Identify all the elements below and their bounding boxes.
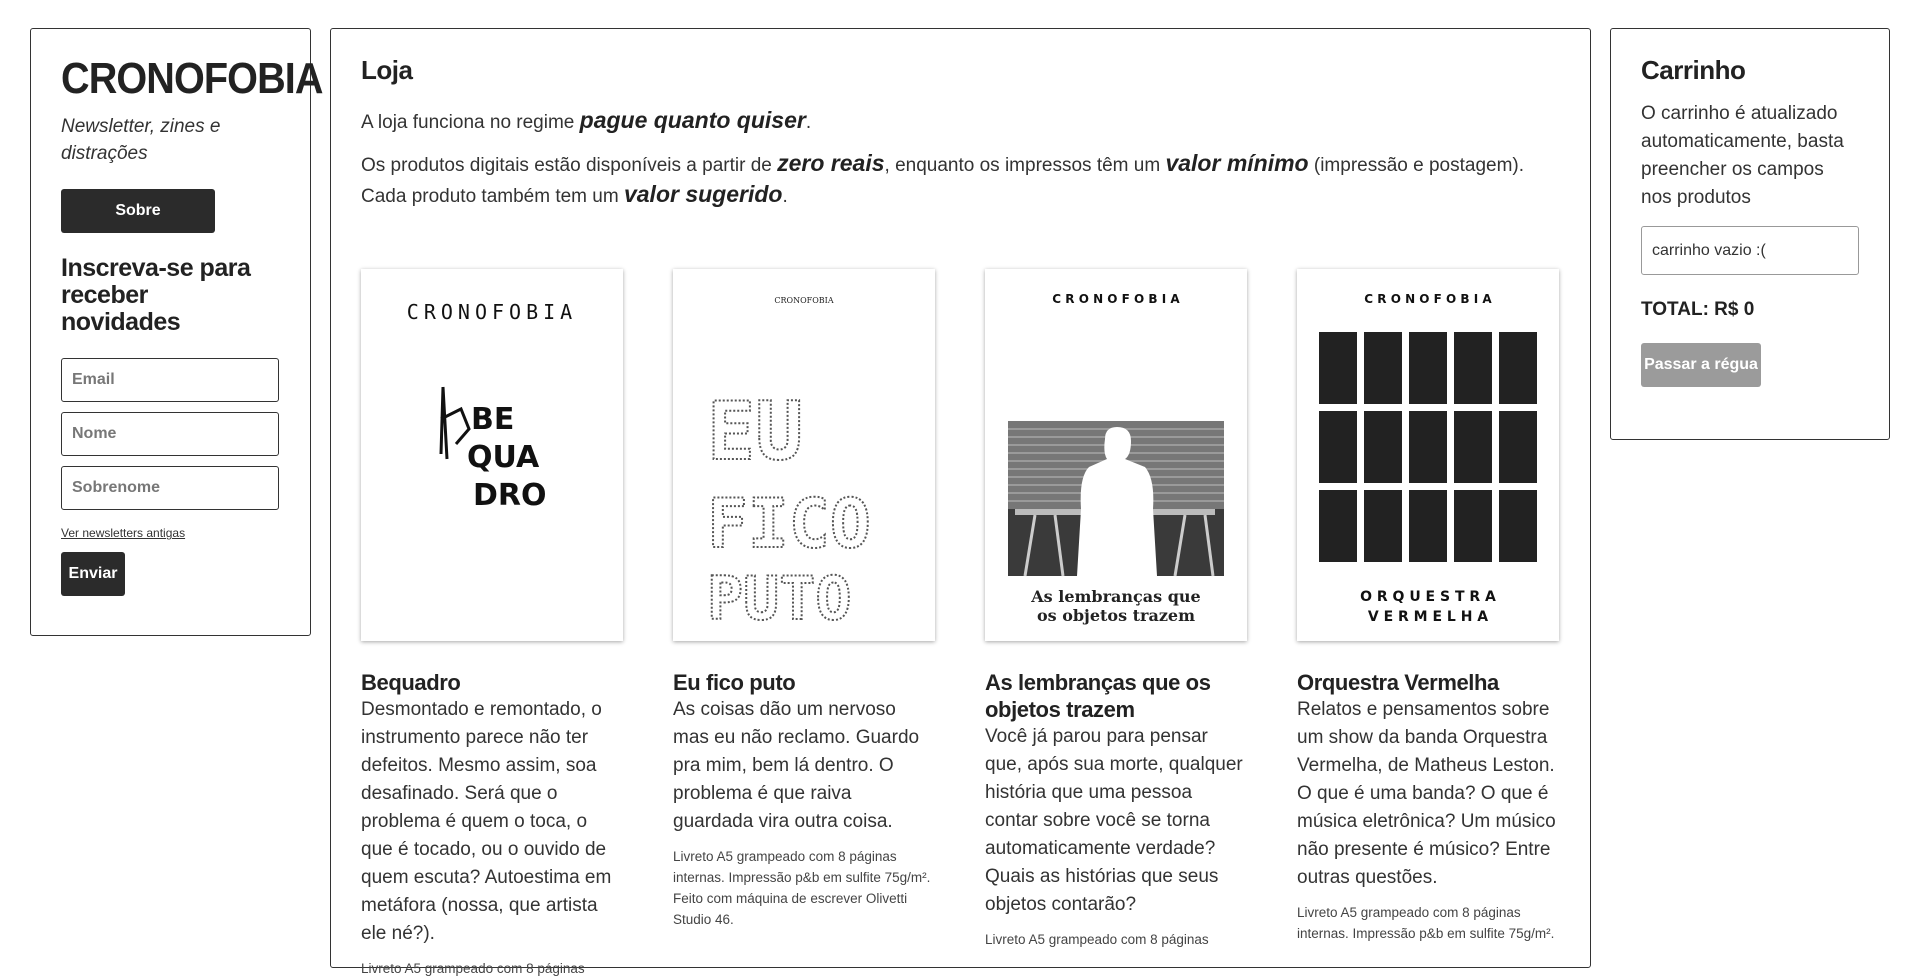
cover-art-bequadro: CRONOFOBIA BE QUA DRO [407, 300, 577, 513]
cover-word: PUTO [707, 564, 852, 634]
product-spec: Livreto A5 grampeado com 8 páginas inter… [673, 849, 931, 927]
cover-grid-block [1364, 332, 1402, 404]
cart-total: TOTAL: R$ 0 [1641, 299, 1755, 320]
product-description: As coisas dão um nervoso mas eu não recl… [673, 699, 920, 832]
cover-word: BE [471, 402, 514, 437]
cover-word: O R Q U E S T R A [1360, 589, 1496, 605]
cover-word: EU [707, 385, 803, 478]
shop-title: Loja [361, 55, 413, 85]
product-title[interactable]: As lembranças que os objetos trazem [985, 669, 1247, 723]
cover-word: QUA [467, 440, 540, 475]
product-spec: Livreto A5 grampeado com 8 páginas inter… [1297, 905, 1555, 941]
subscribe-form: Email Nome Sobrenome [61, 358, 280, 511]
send-button[interactable]: Enviar [61, 552, 125, 597]
cover-grid-block [1499, 411, 1537, 483]
cover-art-eu-fico-puto: CRONOFOBIA EU FICO PUTO [706, 296, 872, 635]
shop-panel: Loja A loja funciona no regime pague qua… [330, 28, 1591, 976]
subscribe-heading: Inscreva-se para receber novidades [61, 254, 251, 337]
cover-brand: CRONOFOBIA [774, 296, 833, 305]
cover-grid-block [1364, 490, 1402, 562]
cart-info: O carrinho é atualizado automaticamente,… [1641, 103, 1844, 208]
old-newsletters-link[interactable]: Ver newsletters antigas [61, 526, 280, 540]
cover-grid-block [1364, 411, 1402, 483]
cover-brand: C R O N O F O B I A [1364, 292, 1492, 306]
cover-grid-block [1454, 490, 1492, 562]
cover-brand: CRONOFOBIA [407, 300, 577, 324]
checkout-button[interactable]: Passar a régua [1641, 343, 1761, 387]
product-spec: Livreto A5 grampeado com 8 páginas [985, 932, 1209, 947]
product-card[interactable]: C R O N O F O B I A As lembranças que os… [985, 269, 1247, 950]
cover-brand: C R O N O F O B I A [1052, 292, 1180, 306]
cover-grid-block [1319, 332, 1357, 404]
email-field[interactable]: Email [61, 358, 279, 403]
product-spec: Livreto A5 grampeado com 8 páginas [361, 961, 585, 976]
cover-word: As lembranças que [1030, 587, 1200, 606]
cover-grid-block [1454, 411, 1492, 483]
pricing-emphasis: valor mínimo [1165, 150, 1309, 176]
tagline: Newsletter, zines e distrações [61, 116, 221, 165]
pricing-text: , enquanto os impressos têm um [884, 155, 1166, 176]
sidebar: CRONOFOBIA Newsletter, zines e distraçõe… [30, 28, 323, 636]
cart-contents: carrinho vazio :( [1641, 226, 1859, 275]
intro-text: . [805, 112, 812, 133]
product-card[interactable]: CRONOFOBIA BE QUA DRO Bequadro Desmontad… [361, 269, 623, 979]
product-cover[interactable]: CRONOFOBIA BE QUA DRO [361, 269, 623, 641]
pricing-text: Os produtos digitais estão disponíveis a… [361, 155, 778, 176]
cover-grid-block [1454, 332, 1492, 404]
cover-word: V E R M E L H A [1368, 609, 1488, 625]
cart-title: Carrinho [1641, 55, 1746, 85]
product-title[interactable]: Orquestra Vermelha [1297, 669, 1559, 696]
shop-pricing-info: Os produtos digitais estão disponíveis a… [361, 149, 1560, 211]
cover-grid-block [1319, 490, 1357, 562]
cover-word: FICO [707, 485, 871, 564]
cover-art-lembrancas: C R O N O F O B I A As lembranças que os… [1008, 292, 1224, 625]
name-field[interactable]: Nome [61, 412, 279, 457]
pricing-emphasis: zero reais [777, 150, 885, 176]
brand-title[interactable]: CRONOFOBIA [61, 54, 323, 103]
cover-grid-block [1409, 332, 1447, 404]
cover-art-orquestra: C R O N O F O B I A O R Q U E S T R A V … [1319, 292, 1537, 625]
pricing-emphasis: valor sugerido [623, 181, 783, 207]
cover-grid-block [1409, 490, 1447, 562]
product-card[interactable]: C R O N O F O B I A O R Q U E S T R A V … [1297, 269, 1559, 944]
cover-grid-block [1499, 332, 1537, 404]
surname-field[interactable]: Sobrenome [61, 466, 279, 511]
cover-grid-block [1409, 411, 1447, 483]
cover-grid-block [1499, 490, 1537, 562]
intro-text: A loja funciona no regime [361, 112, 580, 133]
pricing-text: . [782, 186, 788, 207]
product-description: Relatos e pensamentos sobre um show da b… [1297, 699, 1556, 888]
cover-word: os objetos trazem [1037, 606, 1195, 625]
cover-grid-block [1319, 411, 1357, 483]
about-button[interactable]: Sobre [61, 189, 215, 234]
product-description: Desmontado e remontado, o instrumento pa… [361, 699, 612, 944]
product-cover[interactable]: CRONOFOBIA EU FICO PUTO [673, 269, 935, 641]
product-card[interactable]: CRONOFOBIA EU FICO PUTO Eu fico puto As … [673, 269, 935, 930]
product-title[interactable]: Bequadro [361, 669, 623, 696]
cover-word: DRO [473, 478, 547, 513]
product-cover[interactable]: C R O N O F O B I A O R Q U E S T R A V … [1297, 269, 1559, 641]
product-title[interactable]: Eu fico puto [673, 669, 935, 696]
product-cover[interactable]: C R O N O F O B I A As lembranças que os… [985, 269, 1247, 641]
product-description: Você já parou para pensar que, após sua … [985, 726, 1243, 915]
shop-intro: A loja funciona no regime pague quanto q… [361, 106, 1560, 137]
cart-panel: Carrinho O carrinho é atualizado automat… [1610, 28, 1890, 440]
intro-emphasis: pague quanto quiser [579, 107, 806, 133]
